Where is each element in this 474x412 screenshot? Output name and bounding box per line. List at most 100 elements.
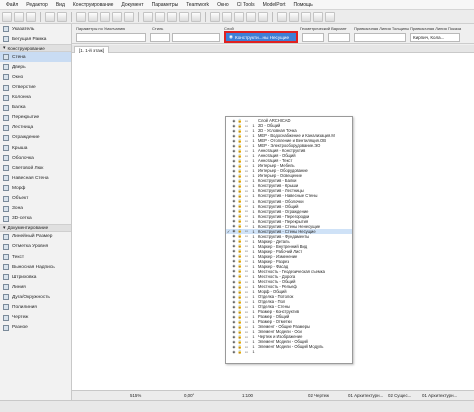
toolbox-item[interactable]: Отметка Уровня: [0, 242, 71, 252]
marquee-icon[interactable]: [88, 11, 98, 22]
toolbox-section-header[interactable]: Документирование: [0, 223, 71, 232]
toolbox-item[interactable]: Штриховка: [0, 272, 71, 282]
toolbox-item[interactable]: Дверь: [0, 62, 71, 72]
toolbox-item[interactable]: Бегущая Рамка: [0, 34, 71, 44]
open-file-icon[interactable]: [14, 11, 24, 22]
model-view-readout[interactable]: 02 Чертеж: [308, 393, 329, 398]
renovation-readout[interactable]: 02 Сущес...: [388, 393, 411, 398]
wireframe-icon[interactable]: ▭: [243, 325, 250, 329]
wireframe-icon[interactable]: ▭: [243, 219, 250, 223]
wireframe-icon[interactable]: ▭: [243, 305, 250, 309]
wireframe-icon[interactable]: ▭: [243, 274, 250, 278]
layout-icon[interactable]: [191, 11, 201, 22]
pen-set-icon[interactable]: [289, 11, 299, 22]
wireframe-icon[interactable]: ▭: [243, 269, 250, 273]
menu-item[interactable]: Редактор: [22, 2, 52, 8]
wireframe-icon[interactable]: ▭: [243, 295, 250, 299]
guide-icon[interactable]: [124, 11, 134, 22]
fit-window-icon[interactable]: [234, 11, 244, 22]
wireframe-icon[interactable]: ▭: [243, 280, 250, 284]
menu-item[interactable]: Файл: [2, 2, 22, 8]
wireframe-icon[interactable]: ▭: [243, 254, 250, 258]
redo-icon[interactable]: [57, 11, 67, 22]
toolbox-item[interactable]: Объект: [0, 194, 71, 204]
toolbox-item[interactable]: Оболочка: [0, 153, 71, 163]
zoom-readout[interactable]: 515%: [130, 393, 141, 398]
wireframe-icon[interactable]: ▭: [243, 244, 250, 248]
toolbox-item[interactable]: Балка: [0, 103, 71, 113]
menu-item[interactable]: ModelPort: [259, 2, 290, 8]
3d-view-icon[interactable]: [155, 11, 165, 22]
toolbox-item[interactable]: 3D-сетка: [0, 214, 71, 224]
wireframe-icon[interactable]: ▭: [243, 330, 250, 334]
wireframe-icon[interactable]: ▭: [243, 199, 250, 203]
wireframe-icon[interactable]: ▭: [243, 335, 250, 339]
toolbox-item[interactable]: Линейный Размер: [0, 232, 71, 242]
wireframe-icon[interactable]: ▭: [243, 149, 250, 153]
model-view-icon[interactable]: [301, 11, 311, 22]
toolbox-item[interactable]: Отверстие: [0, 82, 71, 92]
floor-field[interactable]: [76, 33, 146, 42]
wireframe-icon[interactable]: ▭: [243, 345, 250, 349]
wireframe-icon[interactable]: ▭: [243, 350, 250, 354]
geometry-option[interactable]: [302, 33, 324, 42]
renovation-icon[interactable]: [313, 11, 323, 22]
wireframe-icon[interactable]: ▭: [243, 139, 250, 143]
wireframe-icon[interactable]: ▭: [243, 154, 250, 158]
toolbox-item[interactable]: Разное: [0, 323, 71, 333]
wireframe-icon[interactable]: ▭: [243, 189, 250, 193]
scale-readout[interactable]: 1:100: [242, 393, 253, 398]
toolbox-item[interactable]: Стена: [0, 52, 71, 63]
wireframe-icon[interactable]: ▭: [243, 214, 250, 218]
toolbox-item[interactable]: Морф: [0, 183, 71, 193]
wireframe-icon[interactable]: ▭: [243, 249, 250, 253]
toolbox-item[interactable]: Световой Люк: [0, 163, 71, 173]
wireframe-icon[interactable]: ▭: [243, 290, 250, 294]
pan-icon[interactable]: [246, 11, 256, 22]
toolbox-item[interactable]: Окно: [0, 72, 71, 82]
wireframe-icon[interactable]: ▭: [243, 264, 250, 268]
toolbox-item[interactable]: Чертеж: [0, 313, 71, 323]
toolbox-section-header[interactable]: Конструирование: [0, 44, 71, 53]
wireframe-icon[interactable]: ▭: [243, 194, 250, 198]
arrow-select-icon[interactable]: [76, 11, 86, 22]
menu-item[interactable]: Параметры: [148, 2, 183, 8]
angle-readout[interactable]: 0,00°: [184, 393, 194, 398]
graphic-override-icon[interactable]: [325, 11, 335, 22]
save-icon[interactable]: [26, 11, 36, 22]
wireframe-icon[interactable]: ▭: [243, 234, 250, 238]
wireframe-icon[interactable]: ▭: [243, 340, 250, 344]
wireframe-icon[interactable]: ▭: [243, 184, 250, 188]
toolbox-item[interactable]: Крыша: [0, 143, 71, 153]
wireframe-icon[interactable]: ▭: [243, 179, 250, 183]
wireframe-icon[interactable]: ▭: [243, 229, 250, 233]
snap-icon[interactable]: [112, 11, 122, 22]
wireframe-icon[interactable]: ▭: [243, 209, 250, 213]
orbit-icon[interactable]: [258, 11, 268, 22]
wireframe-icon[interactable]: ▭: [243, 224, 250, 228]
floor-plan-icon[interactable]: [143, 11, 153, 22]
toolbox-item[interactable]: Текст: [0, 252, 71, 262]
layer-list-item[interactable]: ◉ 🔓 ▭ 1: [226, 349, 352, 354]
wireframe-icon[interactable]: ▭: [243, 134, 250, 138]
new-file-icon[interactable]: [2, 11, 12, 22]
elevation-icon[interactable]: [179, 11, 189, 22]
toolbox-item[interactable]: Ограждение: [0, 133, 71, 143]
menu-item[interactable]: Окно: [213, 2, 233, 8]
menu-item[interactable]: Документ: [117, 2, 147, 8]
menu-item[interactable]: Конструирование: [69, 2, 118, 8]
toolbox-item[interactable]: Навесная Стена: [0, 173, 71, 183]
wireframe-icon[interactable]: ▭: [243, 259, 250, 263]
toolbox-item[interactable]: Перекрытие: [0, 113, 71, 123]
zoom-out-icon[interactable]: [222, 11, 232, 22]
wireframe-icon[interactable]: ▭: [243, 320, 250, 324]
line-type-field[interactable]: [172, 33, 220, 42]
wireframe-icon[interactable]: ▭: [243, 239, 250, 243]
ref-line-option[interactable]: [328, 33, 350, 42]
layer-dropdown[interactable]: ◉ Конструкти...ны Несущие: [224, 31, 298, 43]
toolbox-item[interactable]: Выносная Надпись: [0, 262, 71, 272]
layer-settings-icon[interactable]: [277, 11, 287, 22]
toolbox-item[interactable]: Линия: [0, 282, 71, 292]
tab-floor-plan[interactable]: [1. 1-й этаж]: [74, 46, 109, 53]
magic-wand-icon[interactable]: [100, 11, 110, 22]
